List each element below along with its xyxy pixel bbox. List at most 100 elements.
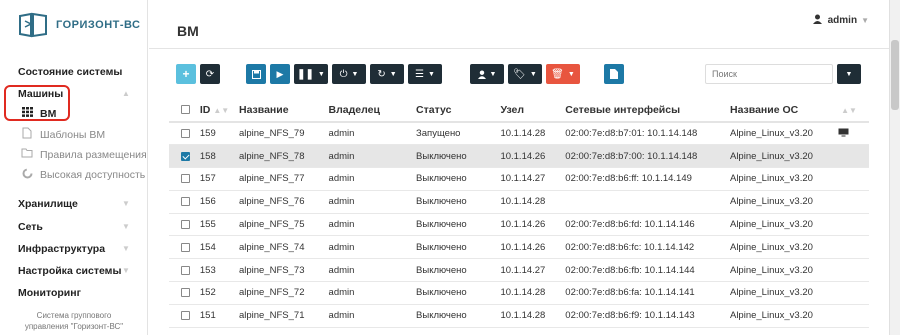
file-icon	[610, 69, 618, 79]
trash-icon: 🗑︎	[551, 68, 564, 80]
plus-icon: +	[182, 67, 190, 81]
cell-nics: 02:00:7e:d8:b6:fd: 10.1.14.146	[565, 213, 730, 237]
col-actions[interactable]: ▲▼	[838, 98, 869, 123]
scrollbar[interactable]	[889, 0, 900, 335]
document-button[interactable]	[604, 64, 624, 84]
nav-system-settings[interactable]: Настройка системы	[18, 265, 121, 277]
row-checkbox[interactable]	[181, 220, 190, 230]
cell-name: alpine_NFS_72	[238, 281, 329, 305]
cell-status: Выключено	[416, 144, 501, 169]
user-menu-button[interactable]: ▼	[470, 64, 504, 84]
row-checkbox[interactable]	[181, 197, 190, 207]
col-name[interactable]: Название	[238, 98, 329, 123]
row-checkbox-cell[interactable]	[169, 190, 200, 214]
redo-icon: ↻	[377, 68, 386, 80]
nav-monitoring[interactable]: Мониторинг	[18, 287, 81, 299]
nav-item-placement-rules-label: Правила размещения	[40, 148, 147, 161]
tag-menu-button[interactable]: 🏷︎ ▼	[508, 64, 542, 84]
cell-owner: admin	[328, 258, 417, 283]
col-owner[interactable]: Владелец	[328, 98, 417, 123]
refresh-button[interactable]: ⟳	[200, 64, 220, 84]
table-row[interactable]: 157 alpine_NFS_77 admin Выключено 10.1.14.27…	[169, 167, 869, 191]
table-row[interactable]: 154 alpine_NFS_74 admin Выключено 10.1.14.26…	[169, 235, 869, 260]
cell-name: alpine_NFS_79	[238, 122, 329, 146]
nav-item-templates[interactable]: Шаблоны ВМ	[20, 127, 105, 142]
nav-system-status[interactable]: Состояние системы	[18, 66, 122, 78]
play-button[interactable]: ▶	[270, 64, 290, 84]
row-checkbox[interactable]	[181, 311, 190, 321]
cell-os: Alpine_Linux_v3.20	[729, 213, 839, 237]
divider	[149, 48, 889, 49]
nav-item-ha-label: Высокая доступность	[40, 169, 146, 181]
row-checkbox[interactable]	[181, 265, 190, 275]
nav-item-placement-rules[interactable]: Правила размещения	[20, 148, 147, 161]
table-row[interactable]: 155 alpine_NFS_75 admin Выключено 10.1.14.26…	[169, 213, 869, 237]
row-checkbox-cell[interactable]	[169, 167, 200, 191]
save-button[interactable]	[246, 64, 266, 84]
power-menu-button[interactable]: ⏻ ▼	[332, 64, 366, 84]
row-checkbox[interactable]	[181, 288, 190, 298]
row-checkbox[interactable]	[181, 129, 190, 139]
list-menu-button[interactable]: ☰ ▼	[408, 64, 442, 84]
cell-os: Alpine_Linux_v3.20	[729, 122, 839, 146]
row-checkbox-cell[interactable]	[169, 122, 200, 146]
table-row[interactable]: 153 alpine_NFS_73 admin Выключено 10.1.14.27…	[169, 258, 869, 283]
sort-icon: ▲▼	[213, 105, 230, 115]
row-checkbox[interactable]	[181, 242, 190, 252]
cell-node: 10.1.14.28	[500, 304, 566, 328]
cell-owner: admin	[328, 304, 417, 328]
logo[interactable]: ГОРИЗОНТ-ВС	[18, 12, 141, 38]
cell-status: Выключено	[416, 235, 501, 260]
user-icon	[477, 70, 486, 79]
search-input[interactable]	[705, 64, 833, 84]
ownership-toolbar: ▼ 🏷︎ ▼ 🗑︎ ▼	[470, 64, 584, 84]
cell-name: alpine_NFS_73	[238, 258, 329, 283]
col-os[interactable]: Название ОС	[729, 98, 839, 123]
sort-icon: ▲▼	[841, 105, 857, 115]
col-nics[interactable]: Сетевые интерфейсы	[565, 98, 730, 123]
nav-network[interactable]: Сеть	[18, 221, 43, 233]
cell-actions	[838, 258, 869, 283]
col-nics-label: Сетевые интерфейсы	[565, 103, 681, 116]
chevron-down-icon: ▼	[122, 244, 130, 253]
table-row[interactable]: 159 alpine_NFS_79 admin Запущено 10.1.14.28 0…	[169, 122, 869, 146]
nav-item-ha[interactable]: Высокая доступность	[20, 168, 145, 182]
scrollbar-thumb[interactable]	[891, 40, 899, 110]
cell-os: Alpine_Linux_v3.20	[729, 235, 839, 260]
logo-text: ГОРИЗОНТ-ВС	[56, 19, 141, 31]
col-id[interactable]: ID ▲▼	[199, 98, 239, 123]
cell-id: 153	[199, 258, 239, 283]
row-checkbox-cell[interactable]	[169, 304, 200, 328]
row-checkbox-cell[interactable]	[169, 235, 200, 260]
delete-menu-button[interactable]: 🗑︎ ▼	[546, 64, 580, 84]
page-title: ВМ	[177, 23, 199, 39]
pause-menu-button[interactable]: ❚❚ ▼	[294, 64, 328, 84]
row-checkbox-cell[interactable]	[169, 281, 200, 305]
row-checkbox-cell[interactable]	[169, 213, 200, 237]
cell-actions	[838, 304, 869, 328]
select-all-checkbox[interactable]	[181, 105, 190, 115]
row-checkbox-cell[interactable]	[169, 144, 200, 169]
col-status[interactable]: Статус	[416, 98, 501, 123]
chevron-down-icon: ▼	[389, 70, 397, 78]
cell-status: Выключено	[416, 167, 501, 191]
col-node[interactable]: Узел	[500, 98, 566, 123]
monitor-icon[interactable]	[838, 128, 849, 140]
nav-infrastructure[interactable]: Инфраструктура	[18, 243, 105, 255]
table-row[interactable]: 152 alpine_NFS_72 admin Выключено 10.1.14.28…	[169, 281, 869, 305]
nav-storage[interactable]: Хранилище	[18, 198, 78, 210]
table-row[interactable]: 158 alpine_NFS_78 admin Выключено 10.1.14.26…	[169, 144, 869, 169]
cell-nics: 02:00:7e:d8:b6:fb: 10.1.14.144	[565, 258, 730, 283]
cell-status: Выключено	[416, 190, 501, 214]
reboot-menu-button[interactable]: ↻ ▼	[370, 64, 404, 84]
table-row[interactable]: 151 alpine_NFS_71 admin Выключено 10.1.14.28…	[169, 304, 869, 328]
add-button[interactable]: +	[176, 64, 196, 84]
user-icon	[812, 14, 822, 27]
table-row[interactable]: 156 alpine_NFS_76 admin Выключено 10.1.14.28…	[169, 190, 869, 214]
search-options-button[interactable]: ▼	[837, 64, 861, 84]
row-checkbox-cell[interactable]	[169, 258, 200, 283]
select-all-cell[interactable]	[169, 98, 200, 123]
row-checkbox[interactable]	[181, 174, 190, 184]
row-checkbox[interactable]	[181, 151, 190, 161]
user-menu[interactable]: admin ▼	[812, 14, 869, 27]
